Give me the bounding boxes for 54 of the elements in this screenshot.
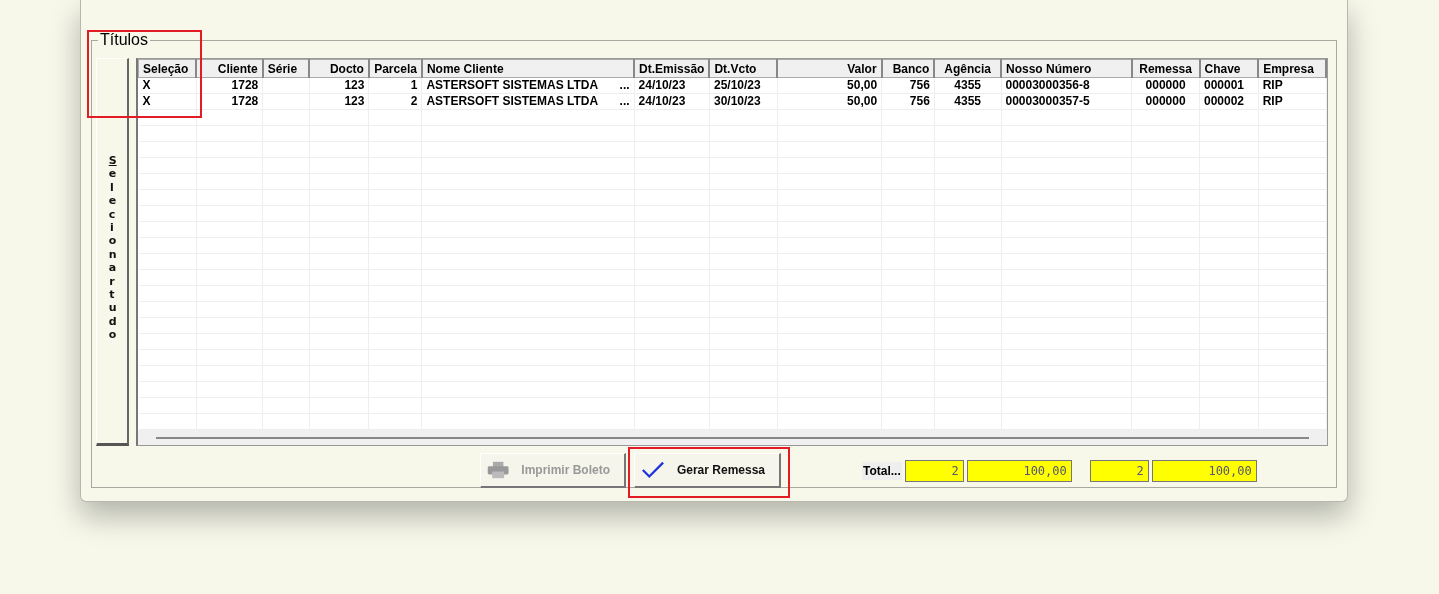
select-all-button[interactable]: Selecionar tudo xyxy=(96,58,129,446)
column-header[interactable]: Banco xyxy=(881,59,935,78)
total-field: 2 xyxy=(904,459,964,482)
table-cell: 4355 xyxy=(934,93,1001,110)
action-button[interactable]: Gerar Remessa xyxy=(634,453,781,488)
table-cell: RIP xyxy=(1258,93,1326,110)
table-cell: 50,00 xyxy=(777,77,882,94)
column-header[interactable]: Cliente xyxy=(196,59,263,78)
table-cell: ASTERSOFT SISTEMAS LTDA xyxy=(426,94,599,109)
table-cell: 2 xyxy=(368,93,422,110)
table-cell: 1728 xyxy=(196,77,263,94)
table-cell: 756 xyxy=(881,77,935,94)
column-header[interactable]: Dt.Emissão xyxy=(634,59,710,78)
column-header[interactable]: Agência xyxy=(934,59,1001,78)
table-cell: 000001 xyxy=(1199,77,1259,94)
table-cell: 000000 xyxy=(1131,93,1200,110)
table-cell: 1 xyxy=(368,77,422,94)
column-header[interactable]: Seleção xyxy=(138,59,197,78)
table-cell: 756 xyxy=(881,93,935,110)
total-label: Total... xyxy=(862,461,902,480)
column-header[interactable]: Remessa xyxy=(1131,59,1200,78)
table-cell: 24/10/23 xyxy=(634,77,710,94)
column-header[interactable]: Docto xyxy=(309,59,369,78)
table-cell: 123 xyxy=(309,77,369,94)
total-field: 100,00 xyxy=(966,459,1072,482)
column-header[interactable]: Chave xyxy=(1199,59,1259,78)
column-header[interactable]: Nosso Número xyxy=(1001,59,1132,78)
total-field: 100,00 xyxy=(1151,459,1257,482)
table-cell: X xyxy=(138,77,197,94)
table-cell: 1728 xyxy=(196,93,263,110)
column-header[interactable]: Dt.Vcto xyxy=(709,59,777,78)
total-field: 2 xyxy=(1089,459,1149,482)
table-cell: 000002 xyxy=(1199,93,1259,110)
table-cell: 24/10/23 xyxy=(634,93,710,110)
table-cell: 123 xyxy=(309,93,369,110)
table-cell: X xyxy=(138,93,197,110)
column-header[interactable]: Nome Cliente xyxy=(421,59,635,78)
table-cell: 50,00 xyxy=(777,93,882,110)
column-header[interactable]: Série xyxy=(262,59,310,78)
column-header[interactable]: Parcela xyxy=(368,59,422,78)
column-header[interactable]: Empresa xyxy=(1258,59,1326,78)
table-cell: 00003000357-5 xyxy=(1001,93,1132,110)
horizontal-scrollbar[interactable] xyxy=(138,430,1327,445)
table-cell: RIP xyxy=(1258,77,1326,94)
column-header[interactable]: Valor xyxy=(777,59,882,78)
table-cell: ASTERSOFT SISTEMAS LTDA xyxy=(426,78,599,93)
table-cell: 4355 xyxy=(934,77,1001,94)
table-cell: 000000 xyxy=(1131,77,1200,94)
table-cell: 00003000356-8 xyxy=(1001,77,1132,94)
lookup-button[interactable]: ... xyxy=(619,94,630,109)
table-cell: 30/10/23 xyxy=(709,93,777,110)
checkmark-icon xyxy=(641,460,665,480)
table-cell: 25/10/23 xyxy=(709,77,777,94)
lookup-button[interactable]: ... xyxy=(619,78,630,93)
